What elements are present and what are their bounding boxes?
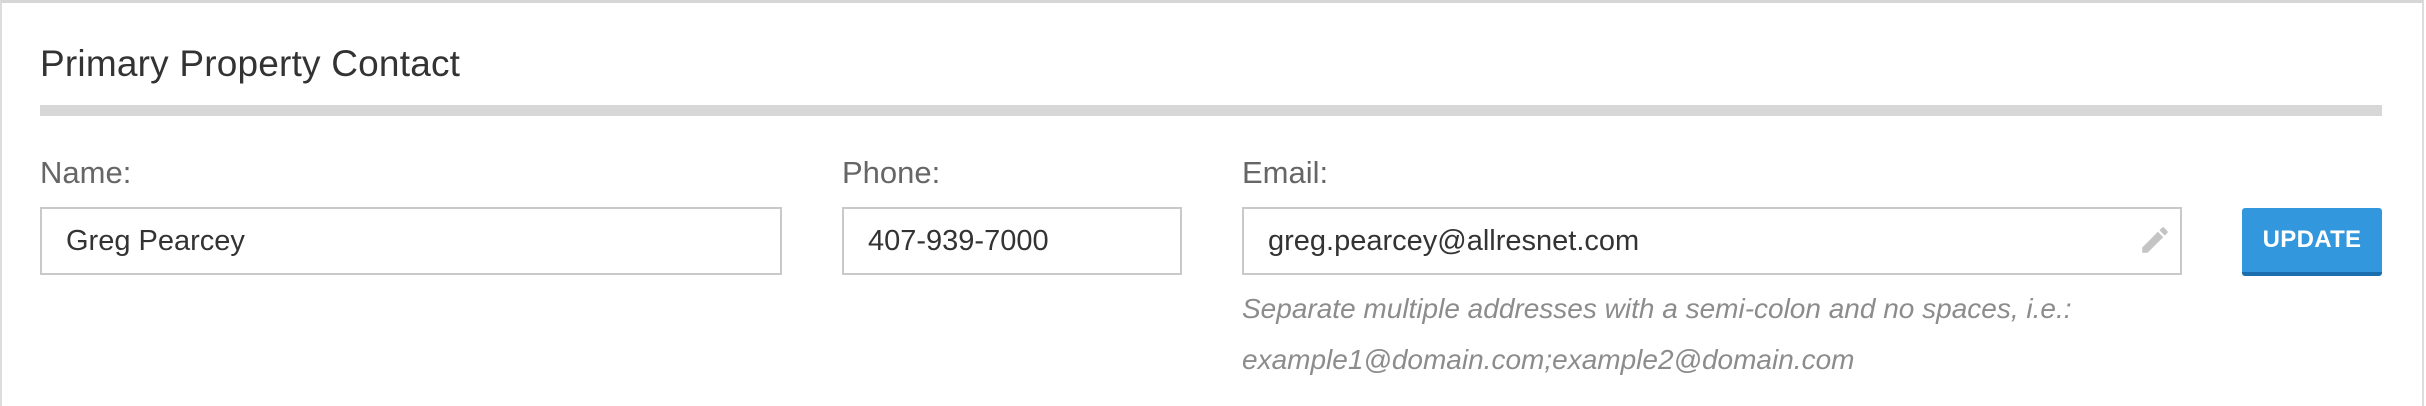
email-help-text-line-1: Separate multiple addresses with a semi-… (1242, 293, 2072, 324)
name-label: Name: (40, 155, 132, 190)
phone-label: Phone: (842, 155, 941, 190)
title-divider (40, 105, 2382, 116)
section-title: Primary Property Contact (40, 43, 461, 84)
pencil-icon[interactable] (2138, 223, 2172, 257)
email-input[interactable] (1242, 207, 2182, 275)
primary-contact-panel: Primary Property Contact Name: Phone: Em… (0, 0, 2424, 406)
phone-input[interactable] (842, 207, 1182, 275)
update-button[interactable]: UPDATE (2242, 208, 2382, 276)
name-input[interactable] (40, 207, 782, 275)
email-label: Email: (1242, 155, 1329, 190)
email-help-text-line-2: example1@domain.com;example2@domain.com (1242, 344, 1855, 375)
